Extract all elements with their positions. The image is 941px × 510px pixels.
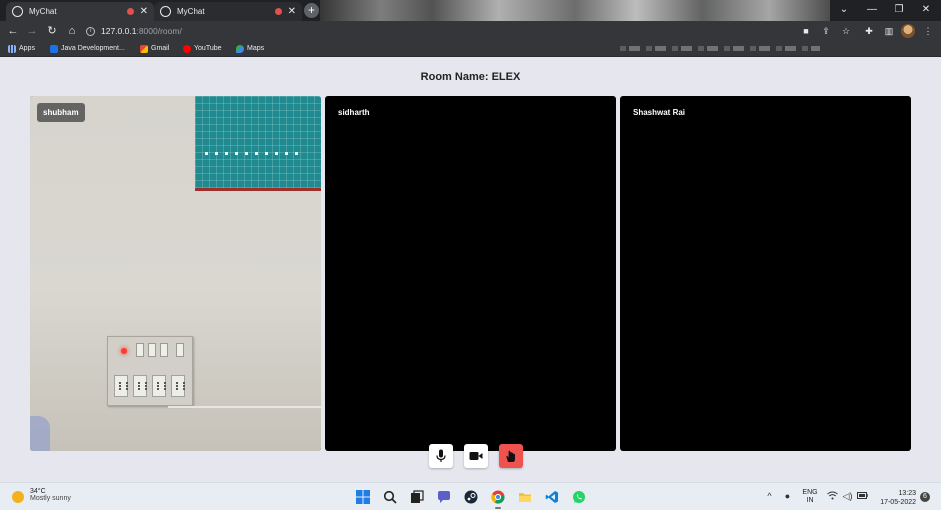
minimize-icon[interactable]: — — [858, 0, 886, 21]
weather-temperature: 34°C — [30, 488, 46, 495]
search-icon[interactable] — [381, 488, 399, 506]
url-host: 127.0.0.1 — [101, 26, 137, 36]
camera-in-use-icon[interactable]: ■ — [800, 25, 812, 37]
sunny-weather-icon — [12, 491, 24, 503]
bookmark-star-icon[interactable]: ☆ — [840, 25, 852, 37]
wall-chart-board — [195, 96, 321, 191]
maps-pin-icon — [236, 45, 244, 53]
camera-video-feed — [30, 96, 321, 451]
bookmark-label: Apps — [19, 45, 35, 52]
room-title: Room Name: ELEX — [420, 71, 521, 83]
close-window-icon[interactable]: ✕ — [912, 0, 940, 21]
bookmark-youtube[interactable]: YouTube — [183, 43, 222, 55]
wall-switchboard — [107, 336, 193, 406]
participant-name: Shashwat Rai — [633, 108, 686, 117]
bookmark-maps[interactable]: Maps — [236, 43, 264, 55]
mic-toggle-button[interactable] — [429, 444, 453, 468]
task-view-icon[interactable] — [408, 488, 426, 506]
participant-name: shubham — [37, 103, 85, 122]
recording-indicator-icon — [274, 8, 282, 15]
tab-title: MyChat — [177, 7, 205, 16]
forward-icon[interactable]: → — [25, 24, 39, 38]
gmail-icon — [140, 45, 148, 53]
tab-search-icon[interactable]: ⌄ — [830, 0, 858, 21]
bookmark-java-development[interactable]: Java Development... — [50, 43, 125, 55]
url-path: :8000/room/ — [136, 26, 182, 36]
microphone-icon — [436, 449, 446, 462]
bookmarks-bar: Apps Java Development... Gmail YouTube M… — [0, 41, 941, 57]
bookmark-label: Maps — [247, 45, 265, 52]
restore-icon[interactable]: ❐ — [885, 0, 913, 21]
globe-icon — [160, 6, 171, 17]
region-code: IN — [806, 497, 814, 504]
bookmark-gmail[interactable]: Gmail — [140, 43, 169, 55]
participant-name: sidharth — [338, 108, 370, 117]
participant-tile-shubham[interactable]: shubham — [30, 96, 321, 451]
call-controls — [429, 444, 523, 468]
participant-tile-shashwat-rai[interactable]: Shashwat Rai — [620, 96, 911, 451]
clock-time: 13:23 — [898, 490, 916, 497]
tab-title: MyChat — [29, 7, 57, 16]
site-info-icon[interactable]: i — [86, 26, 95, 36]
side-panel-icon[interactable]: ▥ — [883, 25, 895, 37]
windows-start-icon[interactable] — [354, 488, 372, 506]
weather-widget[interactable]: 34°C Mostly sunny — [12, 488, 71, 503]
show-hidden-icons-chevron-icon[interactable]: ^ — [764, 491, 775, 502]
battery-icon[interactable] — [857, 491, 868, 502]
clock-date: 17-05-2022 — [880, 499, 916, 506]
address-bar[interactable]: i 127.0.0.1 :8000/room/ — [86, 23, 786, 39]
recording-indicator-icon — [126, 8, 134, 15]
bookmark-label: Gmail — [151, 45, 170, 52]
apps-grid-icon — [8, 45, 16, 53]
home-icon[interactable]: ⌂ — [65, 24, 79, 38]
taskbar-apps — [354, 488, 588, 509]
close-tab-icon[interactable]: ✕ — [288, 6, 296, 17]
volume-icon[interactable]: ◁) — [842, 491, 853, 502]
hand-icon — [506, 450, 515, 462]
reload-icon[interactable]: ↻ — [45, 24, 59, 38]
vscode-icon[interactable] — [543, 488, 561, 506]
java-site-icon — [50, 45, 58, 53]
participant-tile-sidharth[interactable]: sidharth — [325, 96, 616, 451]
whatsapp-icon[interactable] — [570, 488, 588, 506]
profile-avatar[interactable] — [901, 24, 915, 38]
new-tab-button[interactable]: + — [304, 3, 319, 18]
wifi-icon[interactable] — [827, 491, 838, 502]
language-indicator[interactable]: ENG IN — [800, 489, 820, 505]
back-icon[interactable]: ← — [6, 24, 20, 38]
share-icon[interactable]: ⇪ — [820, 25, 832, 37]
microphone-in-use-icon[interactable]: ● — [782, 491, 793, 502]
leave-call-button[interactable] — [499, 444, 523, 468]
system-clock[interactable]: 13:23 17-05-2022 — [872, 489, 916, 507]
windows-taskbar: 34°C Mostly sunny ^ ● ENG IN ◁) 13:23 17… — [0, 482, 941, 510]
tab-mychat-active[interactable]: MyChat ✕ — [6, 2, 154, 21]
extensions-icon[interactable]: ✚ — [863, 25, 875, 37]
video-camera-icon — [469, 452, 483, 460]
chrome-icon[interactable] — [489, 488, 507, 509]
bookmarks-overflow-noise — [620, 46, 820, 51]
language-code: ENG — [802, 489, 818, 496]
globe-icon — [12, 6, 23, 17]
bookmark-label: Java Development... — [61, 45, 125, 52]
close-tab-icon[interactable]: ✕ — [140, 6, 148, 17]
tabstrip-background — [320, 0, 830, 21]
tab-mychat[interactable]: MyChat ✕ — [154, 2, 302, 21]
weather-description: Mostly sunny — [30, 495, 71, 502]
browser-toolbar: ← → ↻ ⌂ i 127.0.0.1 :8000/room/ ■ ⇪ ☆ ✚ … — [0, 21, 941, 41]
file-explorer-icon[interactable] — [516, 488, 534, 506]
bookmark-label: YouTube — [194, 45, 222, 52]
steam-icon[interactable] — [462, 488, 480, 506]
camera-toggle-button[interactable] — [464, 444, 488, 468]
menu-kebab-icon[interactable]: ⋮ — [922, 25, 934, 37]
browser-tabstrip: MyChat ✕ MyChat ✕ + ⌄ — ❐ ✕ — [0, 0, 941, 21]
notification-badge[interactable]: 6 — [920, 492, 930, 502]
youtube-icon — [183, 45, 191, 53]
teams-chat-icon[interactable] — [435, 488, 453, 506]
bookmark-apps[interactable]: Apps — [8, 43, 35, 55]
